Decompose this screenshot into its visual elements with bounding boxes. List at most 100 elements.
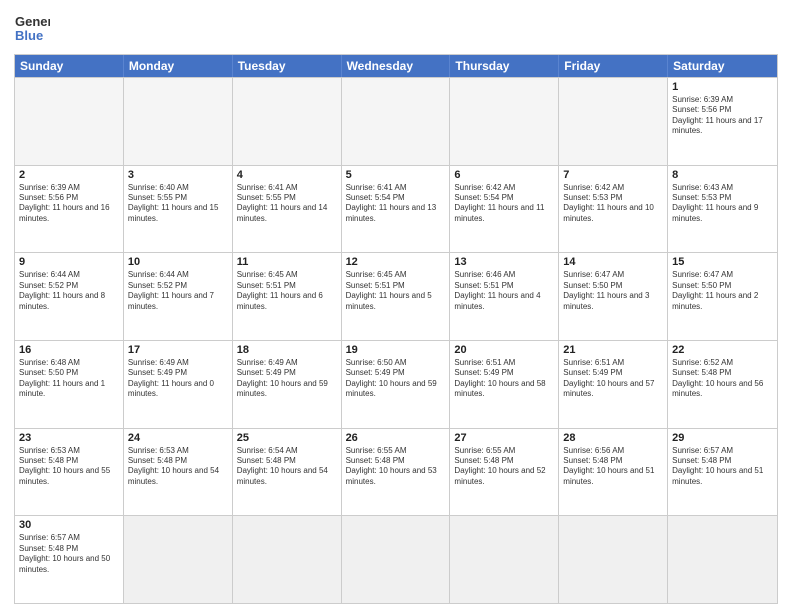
calendar-cell-r3-c2: 18Sunrise: 6:49 AM Sunset: 5:49 PM Dayli… [233,341,342,428]
weekday-header-friday: Friday [559,55,668,77]
calendar-cell-r2-c3: 12 Sunrise: 6:45 AM Sunset: 5:51 PM Dayli… [342,253,451,340]
calendar-cell-r2-c6: 15 Sunrise: 6:47 AM Sunset: 5:50 PM Dayli… [668,253,777,340]
calendar-cell-r4-c1: 24Sunrise: 6:53 AM Sunset: 5:48 PM Dayli… [124,429,233,516]
calendar-cell-r4-c4: 27 Sunrise: 6:55 AM Sunset: 5:48 PM Dayli… [450,429,559,516]
day-info: Sunrise: 6:39 AM Sunset: 5:56 PM Dayligh… [672,95,773,137]
calendar-cell-r2-c5: 14 Sunrise: 6:47 AM Sunset: 5:50 PM Dayli… [559,253,668,340]
day-number: 16 [19,344,119,356]
calendar-cell-r4-c3: 26Sunrise: 6:55 AM Sunset: 5:48 PM Dayli… [342,429,451,516]
day-info: Sunrise: 6:57 AM Sunset: 5:48 PM Dayligh… [19,533,119,575]
day-info: Sunrise: 6:42 AM Sunset: 5:54 PM Dayligh… [454,183,554,225]
weekday-header-saturday: Saturday [668,55,777,77]
calendar-cell-r1-c3: 5Sunrise: 6:41 AM Sunset: 5:54 PM Daylig… [342,166,451,253]
day-number: 18 [237,344,337,356]
calendar-cell-r2-c0: 9 Sunrise: 6:44 AM Sunset: 5:52 PM Daylig… [15,253,124,340]
weekday-header-wednesday: Wednesday [342,55,451,77]
day-info: Sunrise: 6:47 AM Sunset: 5:50 PM Dayligh… [563,270,663,312]
calendar-cell-r3-c3: 19 Sunrise: 6:50 AM Sunset: 5:49 PM Dayli… [342,341,451,428]
day-info: Sunrise: 6:40 AM Sunset: 5:55 PM Dayligh… [128,183,228,225]
calendar-cell-r2-c2: 11 Sunrise: 6:45 AM Sunset: 5:51 PM Dayli… [233,253,342,340]
calendar-cell-r3-c4: 20 Sunrise: 6:51 AM Sunset: 5:49 PM Dayli… [450,341,559,428]
calendar-cell-r0-c2 [233,78,342,165]
day-number: 14 [563,256,663,268]
day-info: Sunrise: 6:52 AM Sunset: 5:48 PM Dayligh… [672,358,773,400]
weekday-header-thursday: Thursday [450,55,559,77]
day-number: 19 [346,344,446,356]
logo-svg: General Blue [14,10,50,46]
day-number: 3 [128,169,228,181]
day-number: 29 [672,432,773,444]
day-info: Sunrise: 6:57 AM Sunset: 5:48 PM Dayligh… [672,446,773,488]
day-info: Sunrise: 6:39 AM Sunset: 5:56 PM Dayligh… [19,183,119,225]
svg-text:Blue: Blue [15,28,43,43]
calendar-cell-r0-c6: 1 Sunrise: 6:39 AM Sunset: 5:56 PM Daylig… [668,78,777,165]
calendar-cell-r0-c1 [124,78,233,165]
day-number: 6 [454,169,554,181]
day-number: 28 [563,432,663,444]
calendar-cell-r2-c1: 10Sunrise: 6:44 AM Sunset: 5:52 PM Dayli… [124,253,233,340]
calendar-header: SundayMondayTuesdayWednesdayThursdayFrid… [15,55,777,77]
calendar-row-5: 30 Sunrise: 6:57 AM Sunset: 5:48 PM Dayli… [15,515,777,603]
calendar-cell-r5-c0: 30 Sunrise: 6:57 AM Sunset: 5:48 PM Dayli… [15,516,124,603]
weekday-header-tuesday: Tuesday [233,55,342,77]
day-info: Sunrise: 6:51 AM Sunset: 5:49 PM Dayligh… [454,358,554,400]
day-number: 4 [237,169,337,181]
calendar-cell-r0-c0 [15,78,124,165]
day-number: 2 [19,169,119,181]
day-number: 20 [454,344,554,356]
calendar-cell-r3-c1: 17Sunrise: 6:49 AM Sunset: 5:49 PM Dayli… [124,341,233,428]
calendar-cell-r5-c6 [668,516,777,603]
day-info: Sunrise: 6:46 AM Sunset: 5:51 PM Dayligh… [454,270,554,312]
calendar-cell-r2-c4: 13Sunrise: 6:46 AM Sunset: 5:51 PM Dayli… [450,253,559,340]
day-info: Sunrise: 6:44 AM Sunset: 5:52 PM Dayligh… [128,270,228,312]
calendar-cell-r4-c6: 29 Sunrise: 6:57 AM Sunset: 5:48 PM Dayli… [668,429,777,516]
day-info: Sunrise: 6:48 AM Sunset: 5:50 PM Dayligh… [19,358,119,400]
calendar-cell-r3-c0: 16 Sunrise: 6:48 AM Sunset: 5:50 PM Dayli… [15,341,124,428]
day-number: 9 [19,256,119,268]
calendar-cell-r5-c3 [342,516,451,603]
calendar-cell-r4-c0: 23 Sunrise: 6:53 AM Sunset: 5:48 PM Dayli… [15,429,124,516]
calendar-cell-r0-c3 [342,78,451,165]
day-info: Sunrise: 6:55 AM Sunset: 5:48 PM Dayligh… [454,446,554,488]
day-number: 26 [346,432,446,444]
calendar-row-4: 23 Sunrise: 6:53 AM Sunset: 5:48 PM Dayli… [15,428,777,516]
calendar-row-1: 2 Sunrise: 6:39 AM Sunset: 5:56 PM Daylig… [15,165,777,253]
day-info: Sunrise: 6:53 AM Sunset: 5:48 PM Dayligh… [19,446,119,488]
calendar-cell-r4-c5: 28Sunrise: 6:56 AM Sunset: 5:48 PM Dayli… [559,429,668,516]
day-number: 11 [237,256,337,268]
day-info: Sunrise: 6:45 AM Sunset: 5:51 PM Dayligh… [237,270,337,312]
calendar-cell-r1-c1: 3 Sunrise: 6:40 AM Sunset: 5:55 PM Daylig… [124,166,233,253]
day-info: Sunrise: 6:43 AM Sunset: 5:53 PM Dayligh… [672,183,773,225]
calendar-cell-r1-c0: 2 Sunrise: 6:39 AM Sunset: 5:56 PM Daylig… [15,166,124,253]
calendar-row-3: 16 Sunrise: 6:48 AM Sunset: 5:50 PM Dayli… [15,340,777,428]
day-number: 1 [672,81,773,93]
day-number: 23 [19,432,119,444]
day-number: 15 [672,256,773,268]
calendar-cell-r1-c6: 8Sunrise: 6:43 AM Sunset: 5:53 PM Daylig… [668,166,777,253]
calendar-row-2: 9 Sunrise: 6:44 AM Sunset: 5:52 PM Daylig… [15,252,777,340]
calendar-cell-r5-c5 [559,516,668,603]
calendar-row-0: 1 Sunrise: 6:39 AM Sunset: 5:56 PM Daylig… [15,77,777,165]
day-info: Sunrise: 6:51 AM Sunset: 5:49 PM Dayligh… [563,358,663,400]
calendar-cell-r1-c4: 6 Sunrise: 6:42 AM Sunset: 5:54 PM Daylig… [450,166,559,253]
day-number: 27 [454,432,554,444]
logo: General Blue [14,10,50,46]
calendar-cell-r0-c4 [450,78,559,165]
day-info: Sunrise: 6:50 AM Sunset: 5:49 PM Dayligh… [346,358,446,400]
day-info: Sunrise: 6:45 AM Sunset: 5:51 PM Dayligh… [346,270,446,312]
day-number: 25 [237,432,337,444]
day-info: Sunrise: 6:44 AM Sunset: 5:52 PM Dayligh… [19,270,119,312]
day-info: Sunrise: 6:47 AM Sunset: 5:50 PM Dayligh… [672,270,773,312]
day-number: 12 [346,256,446,268]
header: General Blue [14,10,778,46]
calendar-cell-r3-c6: 22Sunrise: 6:52 AM Sunset: 5:48 PM Dayli… [668,341,777,428]
day-info: Sunrise: 6:41 AM Sunset: 5:54 PM Dayligh… [346,183,446,225]
calendar: SundayMondayTuesdayWednesdayThursdayFrid… [14,54,778,604]
calendar-cell-r5-c2 [233,516,342,603]
day-number: 21 [563,344,663,356]
page: General Blue SundayMondayTuesdayWednesda… [0,0,792,612]
calendar-cell-r3-c5: 21 Sunrise: 6:51 AM Sunset: 5:49 PM Dayli… [559,341,668,428]
day-info: Sunrise: 6:42 AM Sunset: 5:53 PM Dayligh… [563,183,663,225]
day-number: 17 [128,344,228,356]
day-number: 30 [19,519,119,531]
